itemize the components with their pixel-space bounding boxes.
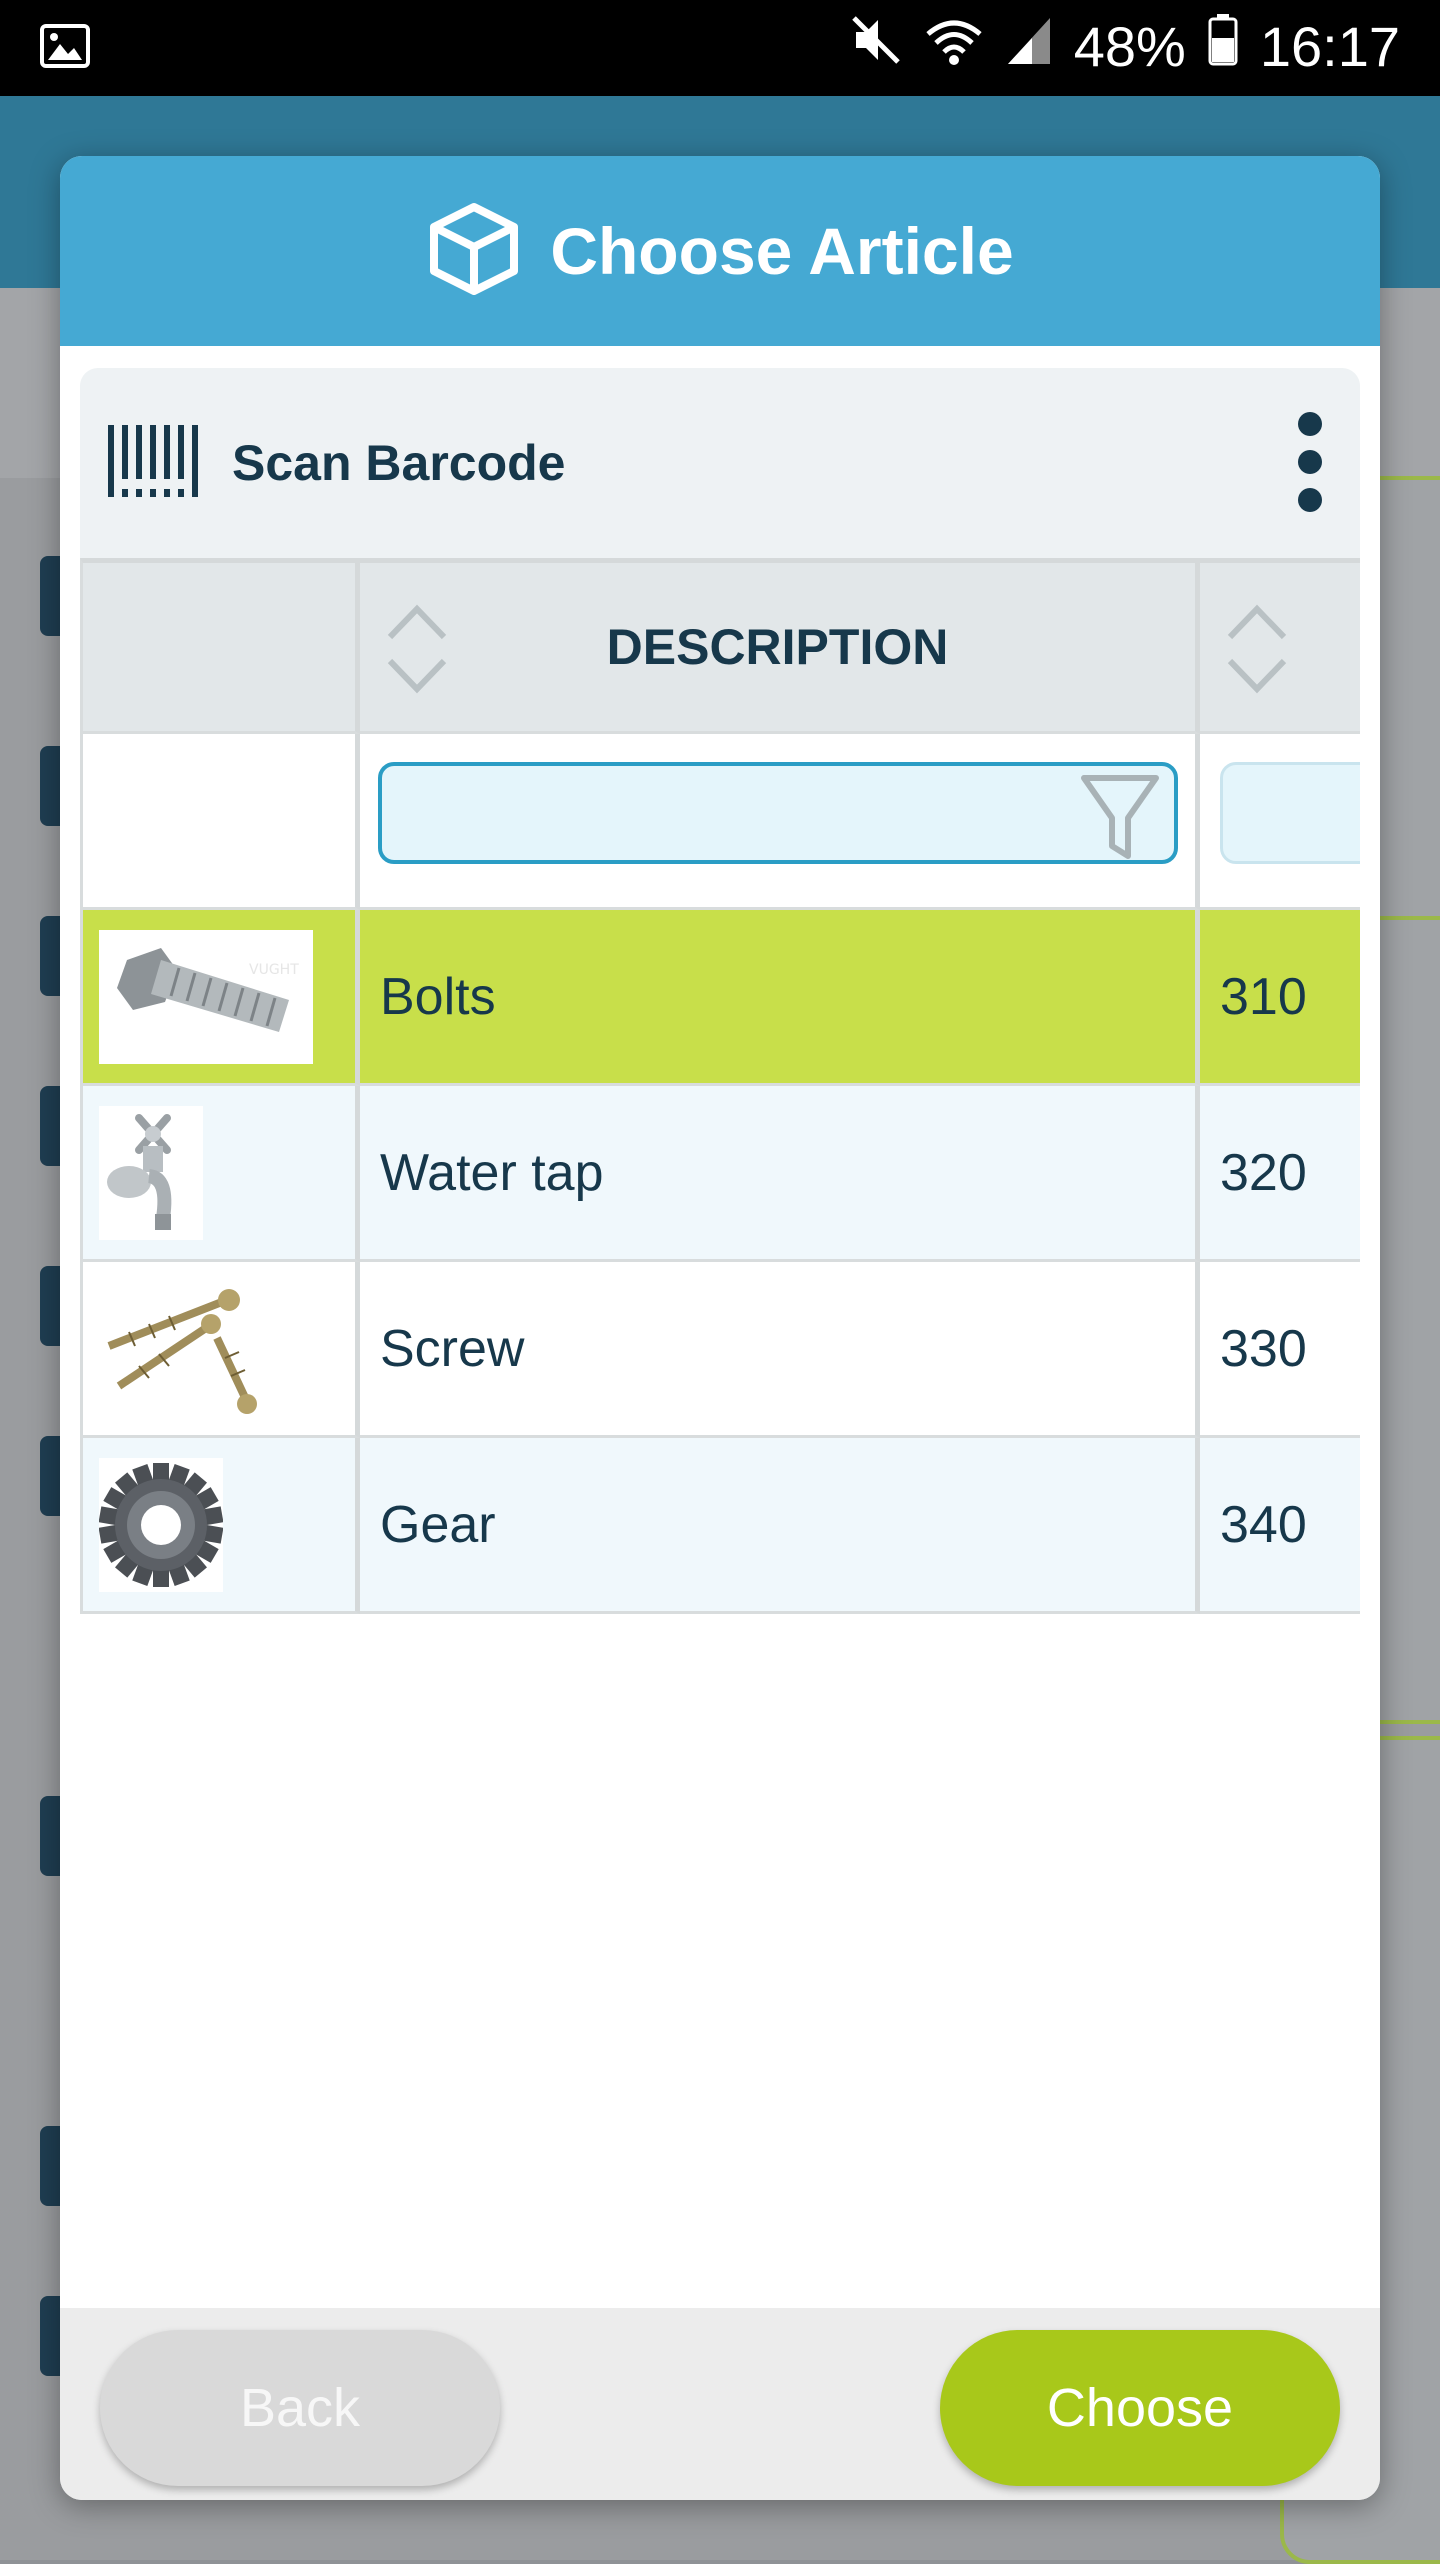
wifi-icon <box>924 14 984 79</box>
image-cell <box>80 1438 360 1614</box>
description-column-header[interactable]: DESCRIPTION <box>360 558 1200 734</box>
scan-barcode-button[interactable]: Scan Barcode <box>80 368 1360 558</box>
table-row[interactable]: VUGHT Bolts 310 <box>80 910 1360 1086</box>
scan-barcode-label: Scan Barcode <box>232 435 566 491</box>
screw-image <box>99 1282 259 1416</box>
code-filter-input[interactable] <box>1220 762 1360 864</box>
choose-article-dialog: Choose Article Scan Barcode DESCRIPTION … <box>60 156 1380 2500</box>
dialog-footer: Back Choose <box>60 2308 1380 2500</box>
mute-icon <box>850 14 902 79</box>
description-header-label: DESCRIPTION <box>606 619 949 675</box>
description-cell: Bolts <box>360 910 1200 1086</box>
water-tap-image <box>99 1106 203 1240</box>
barcode-icon <box>106 423 202 504</box>
table-row[interactable]: Gear 340 <box>80 1438 1360 1614</box>
filter-row <box>80 734 1360 910</box>
article-description: Gear <box>380 1495 496 1554</box>
cube-icon <box>426 201 522 302</box>
article-description: Bolts <box>380 967 496 1026</box>
article-code: 340 <box>1220 1495 1307 1554</box>
code-cell: 310 <box>1200 910 1360 1086</box>
article-code: 320 <box>1220 1143 1307 1202</box>
image-cell <box>80 1086 360 1262</box>
signal-icon <box>1006 14 1052 79</box>
bolt-image: VUGHT <box>99 930 313 1064</box>
status-bar: 48% 16:17 <box>0 0 1440 96</box>
gear-image <box>99 1458 223 1592</box>
code-cell: 320 <box>1200 1086 1360 1262</box>
image-cell: VUGHT <box>80 910 360 1086</box>
description-cell: Gear <box>360 1438 1200 1614</box>
description-cell: Screw <box>360 1262 1200 1438</box>
article-code: 330 <box>1220 1319 1307 1378</box>
filter-cell <box>1200 734 1360 910</box>
code-cell: 340 <box>1200 1438 1360 1614</box>
sort-icon[interactable] <box>1222 599 1292 704</box>
table-header-row: DESCRIPTION <box>80 558 1360 734</box>
article-description: Screw <box>380 1319 525 1378</box>
article-description: Water tap <box>380 1143 604 1202</box>
code-cell: 330 <box>1200 1262 1360 1438</box>
choose-button[interactable]: Choose <box>940 2330 1340 2486</box>
dialog-title: Choose Article <box>550 214 1014 288</box>
gallery-icon <box>40 24 90 73</box>
filter-cell-empty <box>80 734 360 910</box>
article-table: DESCRIPTION VUGHT Bolts 310 Water tap 32… <box>80 558 1360 1793</box>
svg-text:VUGHT: VUGHT <box>249 962 299 978</box>
more-options-icon[interactable] <box>1290 412 1330 522</box>
table-row[interactable]: Screw 330 <box>80 1262 1360 1438</box>
table-row[interactable]: Water tap 320 <box>80 1086 1360 1262</box>
filter-cell <box>360 734 1200 910</box>
dialog-header: Choose Article <box>60 156 1380 346</box>
battery-percent: 48% <box>1073 15 1186 78</box>
article-code: 310 <box>1220 967 1307 1026</box>
image-column-header <box>80 558 360 734</box>
description-filter-input[interactable] <box>378 762 1178 864</box>
description-cell: Water tap <box>360 1086 1200 1262</box>
filter-icon <box>1080 772 1160 867</box>
code-column-header[interactable] <box>1200 558 1360 734</box>
back-button[interactable]: Back <box>100 2330 500 2486</box>
image-cell <box>80 1262 360 1438</box>
clock: 16:17 <box>1259 15 1400 78</box>
battery-icon <box>1208 14 1238 79</box>
